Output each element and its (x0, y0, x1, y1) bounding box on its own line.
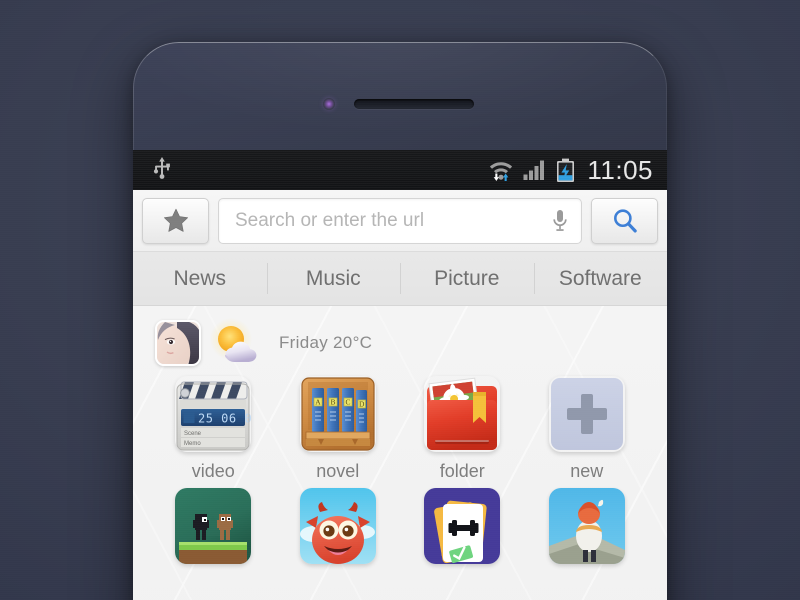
app-label-folder: folder (439, 461, 485, 481)
category-tabs: News Music Picture Software (133, 252, 667, 306)
front-camera-icon (323, 98, 335, 110)
phone-device: 11:05 Search or enter the url News Music… (133, 42, 667, 600)
app-tile-fitness[interactable] (400, 488, 525, 573)
svg-text:A: A (315, 398, 321, 407)
svg-text:B: B (330, 398, 335, 407)
anime-character-game-icon (548, 488, 625, 564)
desktop-background: 11:05 Search or enter the url News Music… (0, 0, 800, 600)
red-crab-monster-game-icon (299, 488, 376, 564)
status-bar-clock: 11:05 (587, 154, 653, 185)
app-tile-video[interactable]: 25 06 00 Scene Memo video (151, 376, 276, 482)
svg-text:25 06 00: 25 06 00 (198, 412, 251, 426)
svg-text:D: D (359, 400, 365, 409)
tab-music[interactable]: Music (266, 252, 401, 305)
user-avatar[interactable] (155, 320, 201, 366)
tab-picture[interactable]: Picture (400, 252, 534, 305)
status-bar-right: 11:05 (488, 155, 653, 186)
app-tile-novel[interactable]: A B C D novel (276, 376, 401, 482)
microphone-icon[interactable] (551, 207, 569, 235)
photo-folder-icon (427, 377, 498, 450)
star-icon (163, 208, 188, 232)
fitness-cards-icon (424, 488, 501, 564)
tab-software[interactable]: Software (533, 252, 668, 305)
usb-icon (153, 156, 170, 179)
search-icon (613, 208, 637, 233)
app-label-new: new (570, 461, 604, 481)
search-input[interactable] (235, 209, 551, 232)
cellular-signal-icon (523, 160, 545, 180)
app-tile-new[interactable]: new (525, 376, 650, 482)
browser-toolbar (133, 190, 667, 252)
plus-icon (550, 378, 623, 450)
battery-charging-icon (557, 158, 575, 182)
pixel-platformer-game-icon (175, 488, 252, 564)
wifi-icon (490, 161, 513, 181)
bookshelf-icon: A B C D (301, 377, 375, 451)
app-grid: 25 06 00 Scene Memo video (133, 372, 667, 573)
search-button[interactable] (591, 197, 658, 244)
svg-text:C: C (345, 398, 350, 407)
status-bar: 11:05 (133, 150, 667, 190)
url-bar[interactable] (218, 197, 582, 244)
app-tile-anime[interactable] (525, 488, 650, 573)
status-bar-left (151, 156, 173, 185)
bookmark-button[interactable] (142, 197, 209, 244)
tab-news[interactable]: News (133, 252, 267, 305)
app-tile-platformer[interactable] (151, 488, 276, 573)
weather-widget[interactable]: Friday 20°C (133, 306, 667, 372)
phone-screen: 11:05 Search or enter the url News Music… (133, 150, 667, 600)
earpiece-speaker-icon (354, 99, 474, 109)
app-tile-folder[interactable]: folder (400, 376, 525, 482)
app-tile-crab[interactable] (276, 488, 401, 573)
sun-behind-cloud-icon (210, 318, 257, 362)
clapperboard-icon: 25 06 00 Scene Memo (176, 381, 251, 451)
svg-text:Memo: Memo (184, 441, 201, 447)
app-label-video: video (191, 461, 235, 481)
svg-text:Scene: Scene (184, 431, 202, 437)
home-content: Friday 20°C 25 06 0 Scene Memo video A B… (133, 306, 667, 600)
app-label-novel: novel (316, 461, 360, 481)
weather-text: Friday 20°C (279, 333, 373, 352)
